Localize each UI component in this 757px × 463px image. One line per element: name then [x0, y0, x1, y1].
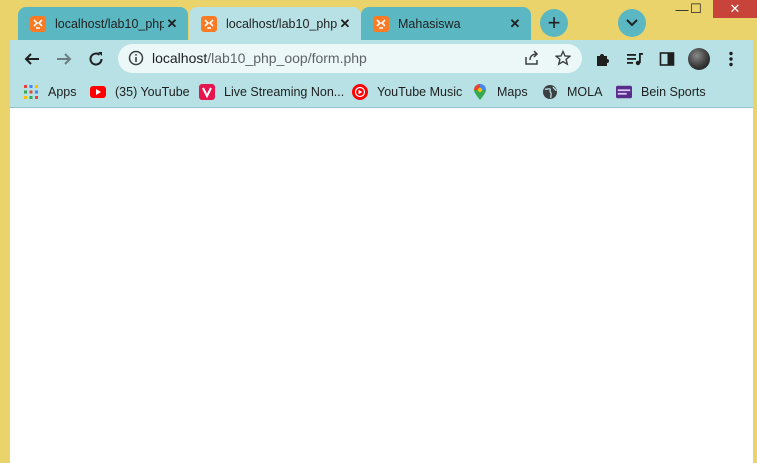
xampp-icon [373, 15, 389, 32]
reload-button[interactable] [82, 45, 110, 73]
bookmark-label: Maps [497, 85, 528, 99]
address-bar[interactable]: localhost/lab10_php_oop/form.php [118, 44, 582, 73]
youtube-music-icon [352, 84, 368, 100]
youtube-icon [90, 84, 106, 100]
browser-window: localhost/lab10_php ✕ localhost/lab10_ph… [0, 0, 757, 463]
share-icon[interactable] [524, 50, 540, 71]
vidio-icon [199, 84, 215, 100]
tab-mahasiswa[interactable]: Mahasiswa ✕ [361, 7, 531, 40]
new-tab-button[interactable]: + [540, 9, 568, 37]
media-control-button[interactable] [621, 45, 649, 73]
close-tab-icon[interactable]: ✕ [507, 16, 523, 32]
menu-button[interactable] [717, 45, 745, 73]
bookmark-label: Bein Sports [641, 85, 706, 99]
more-vert-icon [729, 51, 733, 67]
bookmarks-bar: Apps (35) YouTube Live Streaming Non... … [10, 77, 753, 108]
tab-title: Mahasiswa [398, 16, 461, 31]
xampp-icon [201, 15, 217, 32]
side-panel-button[interactable] [653, 45, 681, 73]
globe-icon [542, 84, 558, 100]
close-window-button[interactable]: ✕ [713, 0, 757, 18]
tab-title: localhost/lab10_php [226, 16, 337, 31]
tab-localhost-2[interactable]: localhost/lab10_php ✕ [189, 7, 361, 40]
bookmark-label: Apps [48, 85, 77, 99]
tab-localhost-1[interactable]: localhost/lab10_php ✕ [18, 7, 188, 40]
bookmark-label: YouTube Music [377, 85, 463, 99]
extensions-button[interactable] [589, 45, 617, 73]
page-content [10, 108, 753, 463]
xampp-icon [30, 15, 46, 32]
bookmark-youtube[interactable]: (35) YouTube [90, 82, 190, 102]
apps-grid-icon [23, 84, 39, 100]
tab-title: localhost/lab10_php [55, 16, 164, 31]
maps-pin-icon [472, 84, 488, 100]
arrow-left-icon [24, 53, 39, 65]
side-panel-icon [659, 52, 675, 66]
profile-button[interactable] [685, 45, 713, 73]
url-host: localhost [152, 50, 208, 66]
bookmark-mola[interactable]: MOLA [542, 82, 602, 102]
bookmark-label: MOLA [567, 85, 603, 99]
bein-icon [616, 84, 632, 100]
puzzle-icon [597, 54, 609, 66]
url-text[interactable]: localhost/lab10_php_oop/form.php [152, 50, 367, 66]
forward-button[interactable] [50, 45, 78, 73]
avatar [688, 48, 710, 70]
browser-toolbar: localhost/lab10_php_oop/form.php [10, 40, 753, 77]
arrow-right-icon [57, 53, 72, 65]
maximize-button[interactable]: ☐ [682, 0, 710, 18]
url-path: /lab10_php_oop/form.php [207, 50, 367, 66]
window-frame-right [753, 40, 757, 463]
info-icon[interactable] [128, 50, 144, 71]
back-button[interactable] [18, 45, 46, 73]
bookmark-youtube-music[interactable]: YouTube Music [352, 82, 462, 102]
tab-strip: localhost/lab10_php ✕ localhost/lab10_ph… [0, 0, 757, 40]
close-tab-icon[interactable]: ✕ [337, 16, 353, 32]
bookmark-maps[interactable]: Maps [472, 82, 528, 102]
bookmark-label: Live Streaming Non... [224, 85, 345, 99]
close-tab-icon[interactable]: ✕ [164, 16, 180, 32]
bookmark-bein-sports[interactable]: Bein Sports [616, 82, 706, 102]
window-frame-left [0, 40, 10, 463]
bookmark-star-icon[interactable] [554, 49, 572, 71]
chevron-down-icon [626, 19, 638, 27]
queue-music-icon [627, 53, 643, 66]
bookmark-live-streaming[interactable]: Live Streaming Non... [199, 82, 344, 102]
bookmark-label: (35) YouTube [115, 85, 190, 99]
reload-icon [89, 52, 103, 66]
tab-search-button[interactable] [618, 9, 646, 37]
bookmark-apps[interactable]: Apps [23, 82, 77, 102]
